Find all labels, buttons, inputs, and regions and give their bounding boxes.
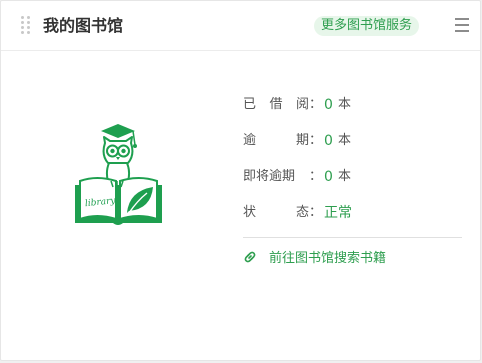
card-header: 我的图书馆 更多图书馆服务	[1, 1, 480, 51]
stat-borrowed-value: 0	[324, 97, 333, 113]
stat-overdue-value: 0	[324, 133, 333, 149]
menu-icon[interactable]	[455, 18, 471, 34]
stat-due-soon-unit: 本	[337, 169, 351, 184]
card-title: 我的图书馆	[43, 16, 124, 35]
library-stats: 已借阅 ： 0 本 逾期 ： 0 本 即将逾期： 0 本 状态 ：正常	[243, 95, 463, 239]
more-library-services-link[interactable]: 更多图书馆服务	[314, 16, 420, 36]
library-search-link[interactable]: 前往图书馆搜索书籍	[243, 247, 386, 266]
stat-due-soon-label: 即将逾期	[243, 169, 296, 184]
link-icon	[244, 251, 256, 262]
stat-overdue: 逾期 ： 0 本	[243, 133, 351, 149]
stat-status: 状态 ：正常	[243, 205, 353, 221]
stat-overdue-label: 逾期	[243, 133, 309, 148]
stat-status-label: 状态	[243, 205, 309, 220]
library-search-link-label[interactable]: 前往图书馆搜索书籍	[269, 247, 386, 266]
stat-borrowed-label: 已借阅	[243, 97, 309, 112]
library-card: 我的图书馆 更多图书馆服务 library 已 借 阅 ： 0 本 逾 期 ： …	[0, 0, 481, 361]
owl-library-logo: library	[71, 115, 181, 230]
stat-status-value: 正常	[324, 205, 353, 221]
divider	[243, 237, 462, 238]
stat-borrowed: 已借阅 ： 0 本	[243, 97, 351, 113]
drag-handle-icon[interactable]	[21, 16, 31, 38]
stat-due-soon-value: 0	[324, 169, 333, 185]
stat-borrowed-unit: 本	[337, 97, 351, 112]
stat-overdue-unit: 本	[337, 133, 351, 148]
stat-due-soon: 即将逾期： 0 本	[243, 169, 351, 185]
